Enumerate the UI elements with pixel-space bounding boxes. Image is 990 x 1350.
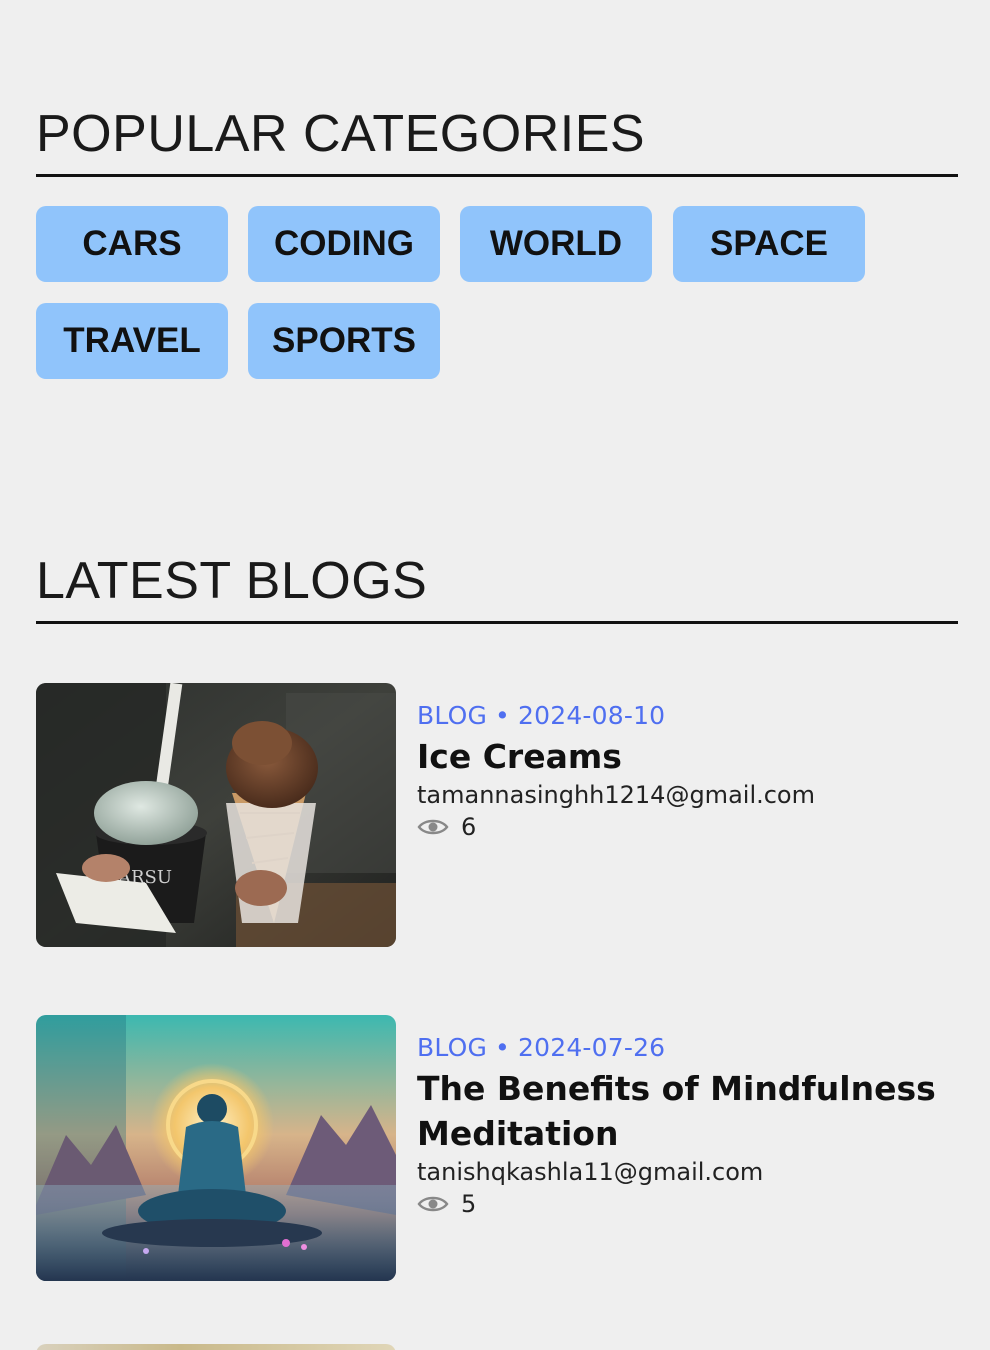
blog-date: 2024-07-26 — [518, 1033, 666, 1062]
blog-title-link[interactable]: The Benefits of Mindfulness Meditation — [417, 1066, 957, 1156]
blog-date: 2024-08-10 — [518, 701, 666, 730]
ice-cream-image: ARSU — [36, 683, 396, 947]
meta-separator: • — [495, 701, 510, 730]
meta-separator: • — [495, 1033, 510, 1062]
popular-categories-heading: POPULAR CATEGORIES — [36, 105, 646, 163]
eye-icon — [417, 819, 449, 835]
category-chip-space[interactable]: SPACE — [673, 206, 865, 282]
ice-cream-thumbnail[interactable]: ARSU — [36, 683, 396, 947]
views-count: 6 — [461, 813, 477, 841]
blog-card-meta: BLOG • 2024-07-26 The Benefits of Mindfuln… — [417, 1033, 957, 1218]
blog-card-meta: BLOG • 2024-08-10 Ice Creams tamannasinghh… — [417, 701, 957, 841]
blog-category-label[interactable]: BLOG — [417, 1033, 487, 1062]
blog-view-count: 5 — [417, 1190, 957, 1218]
blog-title-link[interactable]: Ice Creams — [417, 734, 957, 779]
blog-view-count: 6 — [417, 813, 957, 841]
blog-author-email: tanishqkashla11@gmail.com — [417, 1158, 764, 1186]
page: POPULAR CATEGORIES CARS CODING WORLD SPA… — [0, 0, 990, 1350]
blog-category-label[interactable]: BLOG — [417, 701, 487, 730]
category-chip-travel[interactable]: TRAVEL — [36, 303, 228, 379]
category-chip-coding[interactable]: CODING — [248, 206, 440, 282]
category-chip-world[interactable]: WORLD — [460, 206, 652, 282]
eye-icon — [417, 1196, 449, 1212]
blog-meta-line: BLOG • 2024-08-10 — [417, 701, 957, 730]
views-count: 5 — [461, 1190, 477, 1218]
latest-blogs-divider — [36, 621, 958, 624]
category-chip-sports[interactable]: SPORTS — [248, 303, 440, 379]
meditation-image — [36, 1015, 396, 1281]
latest-blogs-heading: LATEST BLOGS — [36, 552, 428, 610]
blog-meta-line: BLOG • 2024-07-26 — [417, 1033, 957, 1062]
blog-author-email: tamannasinghh1214@gmail.com — [417, 781, 815, 809]
meditation-thumbnail[interactable] — [36, 1015, 396, 1281]
categories-divider — [36, 174, 958, 177]
category-chip-cars[interactable]: CARS — [36, 206, 228, 282]
blog-thumbnail-partial[interactable] — [36, 1344, 396, 1350]
